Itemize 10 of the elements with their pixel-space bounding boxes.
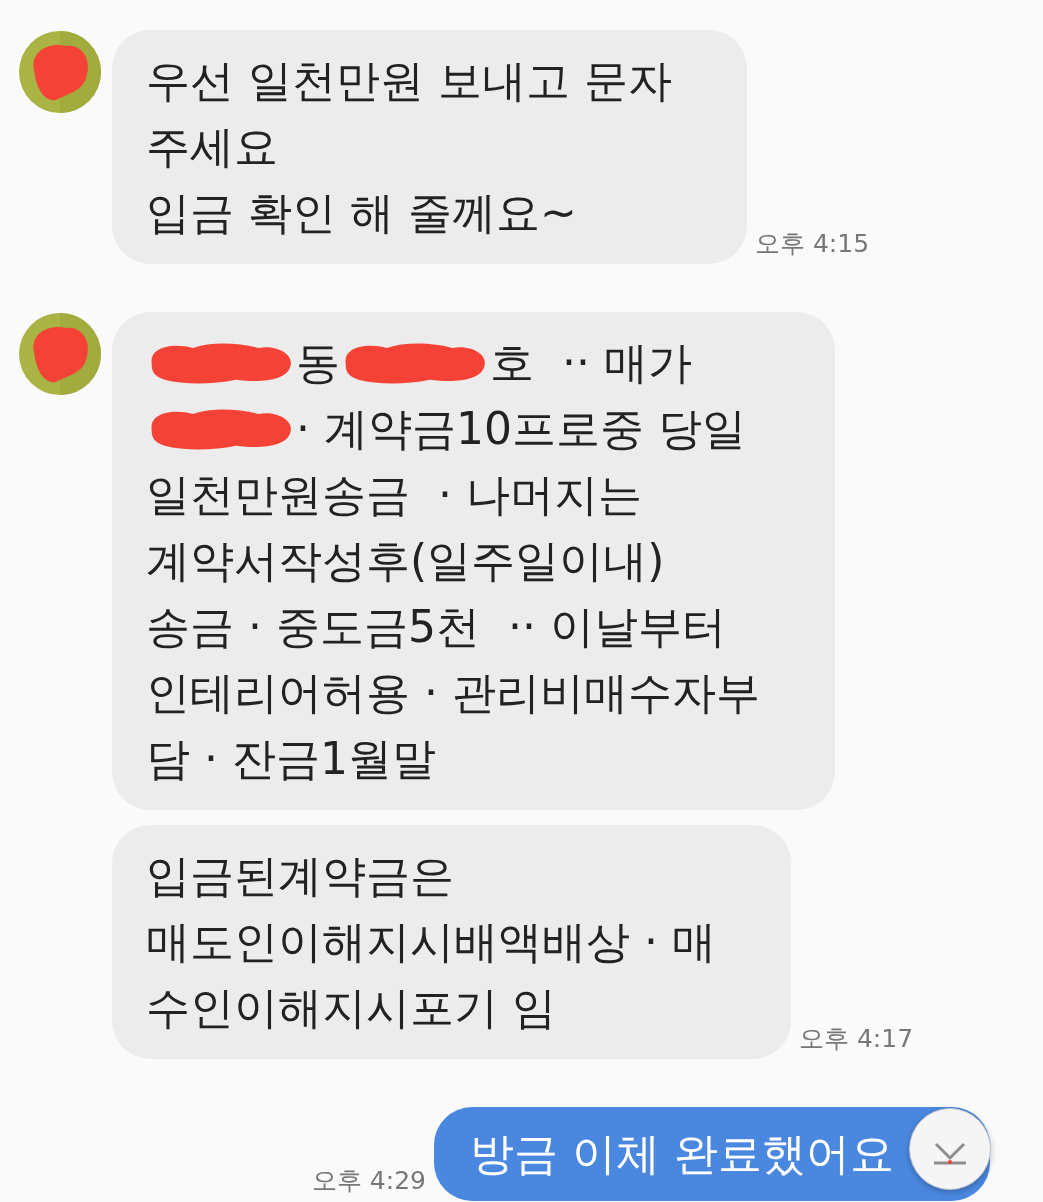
message-time: 오후 4:29 bbox=[311, 1165, 426, 1197]
avatar[interactable] bbox=[18, 30, 102, 114]
message-bubble: 방금 이체 완료했어요 bbox=[434, 1107, 990, 1201]
scroll-down-icon bbox=[933, 1142, 967, 1166]
message-bubble: 동 호 ·· 매가 · 계약금10프로중 당일 일천만원송금 · 나머지는 계약서작성후(일주일이내) 송금 · 중도금5천 ·· 이날부터 인테리어허용 · 관리비매수자부 담 · 잔금1월말 bbox=[112, 312, 835, 810]
avatar[interactable] bbox=[18, 312, 102, 396]
message-bubble: 입금된계약금은 매도인이해지시배액배상 · 매 수인이해지시포기 임 bbox=[112, 825, 791, 1059]
message-bubble: 우선 일천만원 보내고 문자 주세요 입금 확인 해 줄께요~ bbox=[112, 30, 747, 264]
message-time: 오후 4:17 bbox=[798, 1023, 914, 1055]
message-time: 오후 4:15 bbox=[754, 228, 870, 260]
